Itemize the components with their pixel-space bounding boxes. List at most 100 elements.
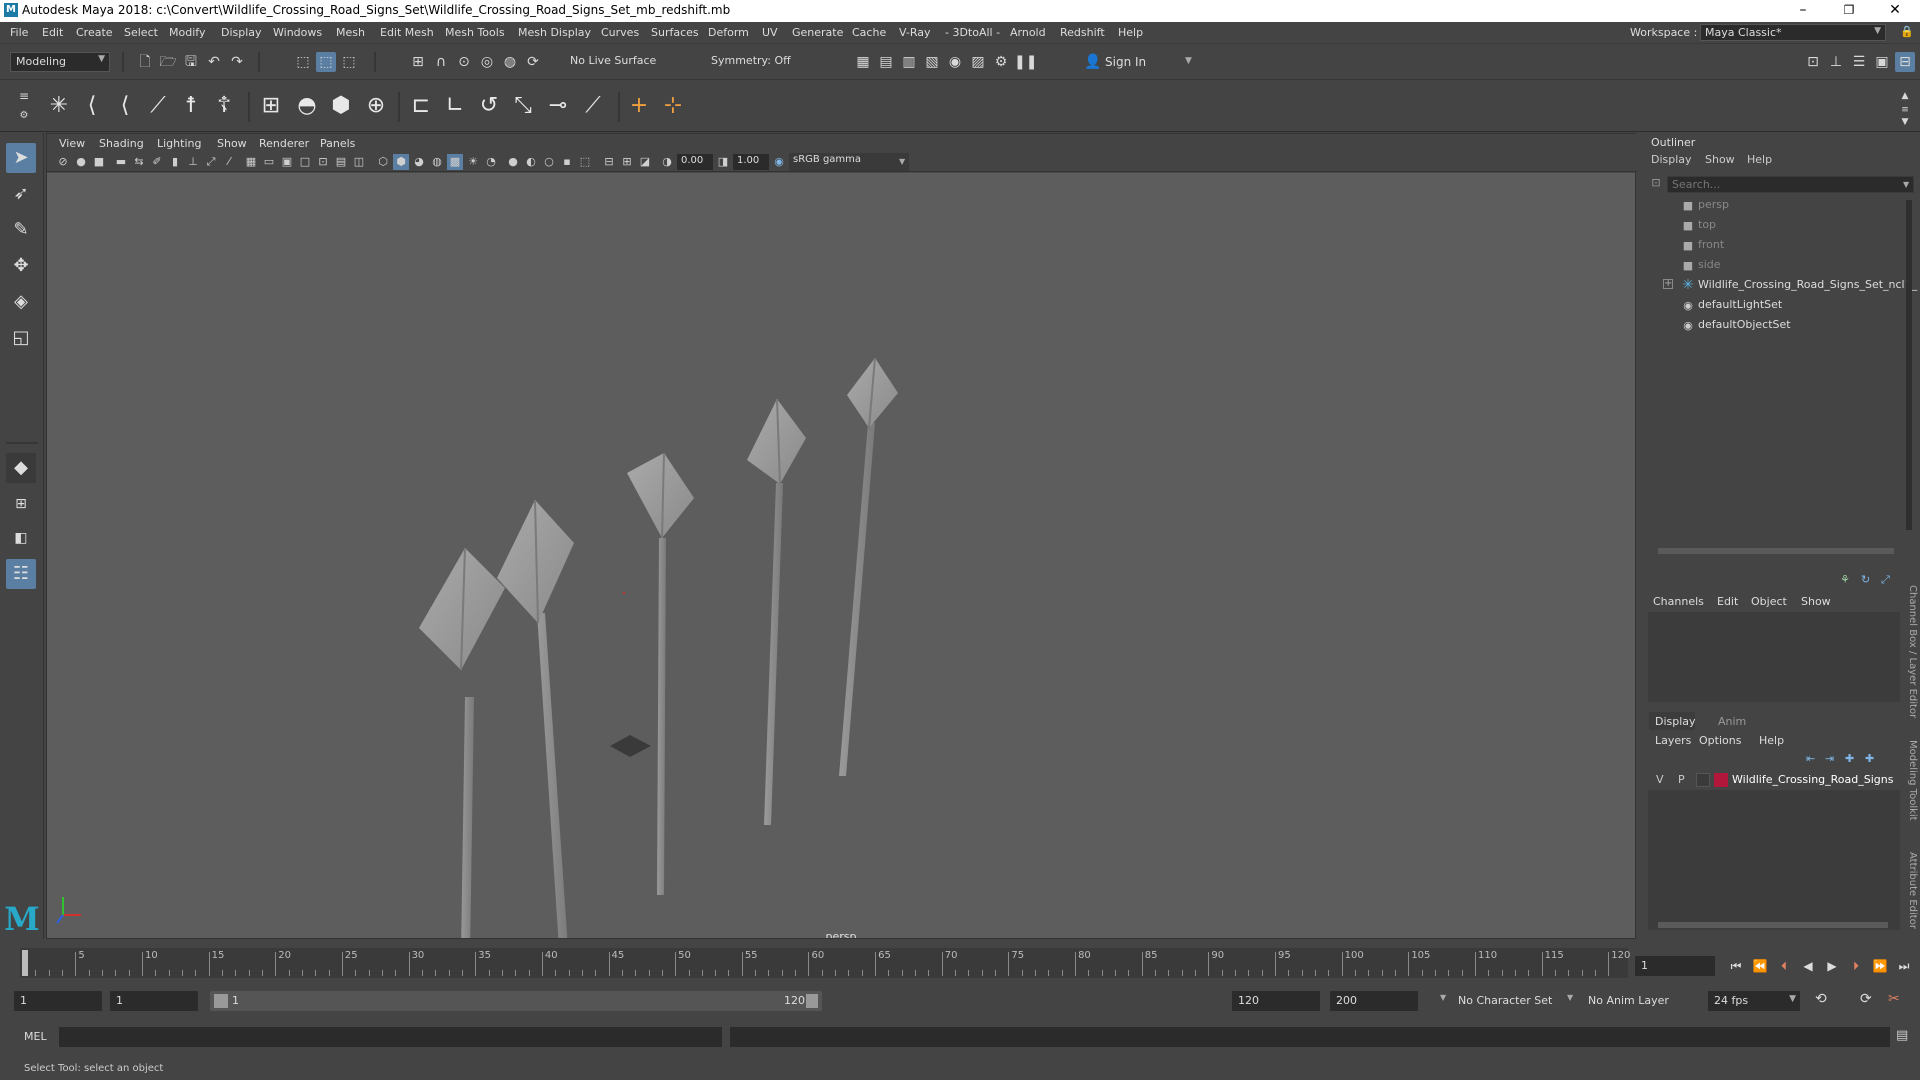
paint-select-icon[interactable]: ✎ (6, 215, 36, 245)
side-tab-channel-box[interactable]: Channel Box / Layer Editor (1902, 585, 1918, 718)
constraint-pole-icon[interactable]: ⟋ (578, 91, 608, 121)
color-management-icon[interactable]: ◉ (771, 154, 787, 170)
motion-blur-icon[interactable]: ● (505, 154, 521, 170)
menu-select[interactable]: Select (124, 26, 158, 39)
constraint-point-icon[interactable]: ∟ (440, 91, 470, 121)
sign-in-button[interactable]: Sign In (1105, 55, 1146, 69)
range-slider-right-handle[interactable] (806, 994, 818, 1008)
isolate-select-icon[interactable]: ⊟ (601, 154, 617, 170)
chevron-down-icon[interactable]: ▼ (1440, 993, 1446, 1002)
new-scene-icon[interactable]: 🗋 (135, 52, 155, 72)
film-gate-icon[interactable]: ▭ (261, 154, 277, 170)
menu-display[interactable]: Display (221, 26, 262, 39)
road-sign-3[interactable] (627, 452, 694, 895)
xray-joints-icon[interactable]: ⤢ (203, 154, 219, 170)
hud-icon[interactable]: ⊞ (619, 154, 635, 170)
menu-create[interactable]: Create (76, 26, 113, 39)
panel-menu-shading[interactable]: Shading (99, 137, 144, 150)
render-settings-icon[interactable]: ▧ (922, 52, 942, 72)
character-set-select[interactable]: No Character Set (1458, 994, 1552, 1007)
outliner-item[interactable]: + ✳ Wildlife_Crossing_Road_Signs_Set_ncl… (1641, 276, 1917, 296)
maximize-button[interactable]: ❐ (1826, 0, 1872, 22)
four-pane-icon[interactable]: ⊞ (6, 489, 36, 519)
redo-icon[interactable]: ↷ (227, 52, 247, 72)
chevron-down-icon[interactable]: ▼ (1185, 56, 1192, 66)
save-scene-icon[interactable]: 🖫 (181, 52, 201, 72)
paint-weights-icon[interactable]: ◓ (292, 91, 322, 121)
xray-active-icon[interactable]: ⬚ (577, 154, 593, 170)
quick-rig-icon[interactable]: ☦ (209, 91, 239, 121)
current-frame-field[interactable]: 1 (1635, 956, 1715, 976)
2d-pan-zoom-icon[interactable]: ⇆ (131, 154, 147, 170)
outliner-menu-show[interactable]: Show (1705, 153, 1735, 166)
select-tool-icon[interactable]: ➤ (6, 143, 36, 173)
snap-surface-icon[interactable]: ◍ (500, 52, 520, 72)
safe-action-icon[interactable]: ▤ (333, 154, 349, 170)
outliner-toggle-icon[interactable]: ⊟ (1895, 52, 1915, 72)
layer-menu-options[interactable]: Options (1699, 734, 1741, 747)
ambient-occlusion-icon[interactable]: ◔ (483, 154, 499, 170)
wireframe-on-shaded-icon[interactable]: ⁄ (221, 154, 237, 170)
move-layer-down-icon[interactable]: ⇥ (1825, 752, 1834, 765)
outliner-item[interactable]: ◉ defaultObjectSet (1641, 316, 1911, 336)
menu-3dtoall[interactable]: - 3DtoAll - (945, 26, 1000, 39)
smooth-shade-icon[interactable]: ⬢ (393, 154, 409, 170)
render-setup-icon[interactable]: ⚙ (991, 52, 1011, 72)
hypershade-icon[interactable]: ◉ (945, 52, 965, 72)
rotate-tool-icon[interactable]: ◈ (6, 287, 36, 317)
menu-file[interactable]: File (10, 26, 28, 39)
lasso-tool-icon[interactable]: ➶ (6, 179, 36, 209)
symmetry-field[interactable]: Symmetry: Off (706, 52, 806, 72)
chevron-down-icon[interactable]: ▼ (1903, 180, 1909, 189)
step-forward-frame-icon[interactable]: ⏵ (1847, 957, 1865, 975)
new-layer-selected-icon[interactable]: ✚ (1865, 752, 1874, 765)
ipr-render-icon[interactable]: ▥ (899, 52, 919, 72)
current-time-indicator[interactable] (22, 950, 28, 976)
menu-redshift[interactable]: Redshift (1060, 26, 1105, 39)
go-to-end-icon[interactable]: ⏭ (1895, 957, 1913, 975)
create-locator-icon[interactable]: ⊹ (658, 91, 688, 121)
panel-menu-renderer[interactable]: Renderer (259, 137, 309, 150)
outliner-item[interactable]: ■ side (1641, 256, 1911, 276)
modeling-toolkit-icon[interactable]: ⊡ (1803, 52, 1823, 72)
ik-handle-icon[interactable]: ⟨ (77, 91, 107, 121)
animation-end-field[interactable]: 200 (1330, 991, 1418, 1011)
search-options-icon[interactable]: ⊡ (1648, 176, 1664, 192)
menu-windows[interactable]: Windows (273, 26, 322, 39)
colorspace-select[interactable]: sRGB gamma (789, 153, 909, 171)
snap-together-icon[interactable]: ⟳ (523, 52, 543, 72)
command-language[interactable]: MEL (24, 1030, 47, 1043)
shadows-icon[interactable]: ☀ (465, 154, 481, 170)
textured-icon[interactable]: ◍ (429, 154, 445, 170)
new-layer-icon[interactable]: ✚ (1845, 752, 1854, 765)
snap-curve-icon[interactable]: ∩ (431, 52, 451, 72)
layer-menu-layers[interactable]: Layers (1655, 734, 1691, 747)
snap-view-icon[interactable]: ◎ (477, 52, 497, 72)
outliner-item[interactable]: ■ front (1641, 236, 1911, 256)
layer-hscrollbar[interactable] (1658, 922, 1888, 928)
outliner-menu-display[interactable]: Display (1651, 153, 1692, 166)
constraint-parent-icon[interactable]: ⊏ (406, 91, 436, 121)
expand-panel-icon[interactable]: ⤢ (1881, 573, 1890, 587)
menu-edit[interactable]: Edit (42, 26, 63, 39)
frame-all-icon[interactable]: ◪ (637, 154, 653, 170)
snap-point-icon[interactable]: ⊙ (454, 52, 474, 72)
shelf-menu-icon[interactable]: ≡ (14, 86, 34, 106)
move-tool-icon[interactable]: ✥ (6, 251, 36, 281)
outliner-item[interactable]: ■ top (1641, 216, 1911, 236)
close-button[interactable]: ✕ (1872, 0, 1918, 22)
layer-menu-help[interactable]: Help (1759, 734, 1784, 747)
range-slider[interactable]: 1 120 (210, 991, 822, 1011)
default-material-icon[interactable]: ◕ (411, 154, 427, 170)
panel-menu-show[interactable]: Show (217, 137, 247, 150)
road-sign-1[interactable] (419, 547, 505, 938)
outliner-layout-icon[interactable]: ☷ (6, 559, 36, 589)
channel-menu-show[interactable]: Show (1801, 595, 1831, 608)
go-to-start-icon[interactable]: ⏮ (1727, 957, 1745, 975)
road-sign-2[interactable] (497, 499, 574, 938)
channel-tool-icon[interactable]: ⚘ (1840, 573, 1850, 586)
menu-cache[interactable]: Cache (852, 26, 886, 39)
layer-type-toggle[interactable] (1696, 773, 1710, 787)
constraint-aim-icon[interactable]: ⊸ (543, 91, 573, 121)
layer-name[interactable]: Wildlife_Crossing_Road_Signs (1732, 773, 1893, 786)
